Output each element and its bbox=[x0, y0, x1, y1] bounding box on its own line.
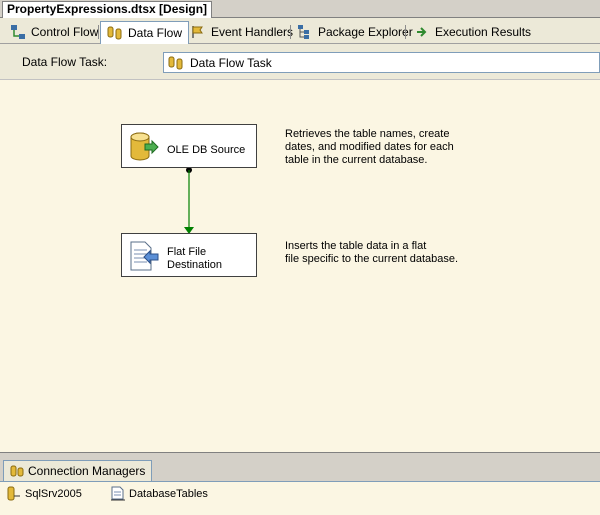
connection-managers-panel: Connection Managers SqlSrv2005 DatabaseT… bbox=[0, 452, 600, 515]
flat-file-destination-component[interactable]: Flat File Destination bbox=[121, 233, 257, 277]
connection-manager-item[interactable]: SqlSrv2005 bbox=[6, 486, 82, 502]
task-selector-combo[interactable]: Data Flow Task bbox=[163, 52, 600, 73]
tab-label: Control Flow bbox=[31, 25, 99, 39]
tab-label: Event Handlers bbox=[211, 25, 294, 39]
ole-db-source-component[interactable]: OLE DB Source bbox=[121, 124, 257, 168]
database-source-icon bbox=[130, 132, 159, 161]
connection-manager-label: DatabaseTables bbox=[129, 488, 208, 500]
tab-separator bbox=[405, 25, 406, 39]
execution-results-icon bbox=[417, 27, 427, 37]
tab-control-flow[interactable]: Control Flow bbox=[4, 21, 104, 43]
flat-file-destination-annotation[interactable]: Inserts the table data in a flat file sp… bbox=[285, 240, 458, 266]
event-handlers-icon bbox=[192, 26, 203, 38]
tab-label: Execution Results bbox=[435, 25, 532, 39]
component-label: Flat File Destination bbox=[167, 246, 223, 271]
connection-managers-icon bbox=[10, 465, 24, 477]
data-flow-icon bbox=[107, 26, 122, 40]
document-tab-strip: PropertyExpressions.dtsx [Design] bbox=[0, 0, 600, 18]
tab-package-explorer[interactable]: Package Explorer bbox=[291, 21, 419, 43]
flat-file-connection-icon bbox=[111, 486, 125, 501]
ole-db-connection-icon bbox=[7, 486, 20, 501]
document-tab[interactable]: PropertyExpressions.dtsx [Design] bbox=[2, 1, 213, 18]
task-selector-value: Data Flow Task bbox=[190, 55, 272, 70]
control-flow-icon bbox=[11, 25, 25, 39]
package-explorer-icon bbox=[298, 25, 309, 39]
flat-file-icon bbox=[130, 241, 159, 271]
tab-event-handlers[interactable]: Event Handlers bbox=[184, 21, 299, 43]
tab-connection-managers[interactable]: Connection Managers bbox=[3, 460, 153, 481]
data-flow-design-surface[interactable]: OLE DB Source Retrieves the table names,… bbox=[0, 80, 600, 452]
tab-execution-results[interactable]: Execution Results bbox=[408, 21, 537, 43]
tab-separator bbox=[98, 25, 99, 39]
ole-db-source-annotation[interactable]: Retrieves the table names, create dates,… bbox=[285, 128, 454, 167]
data-flow-task-icon bbox=[168, 56, 183, 69]
task-selector-row: Data Flow Task: Data Flow Task bbox=[0, 44, 600, 80]
tab-label: Data Flow bbox=[128, 26, 183, 40]
tab-data-flow[interactable]: Data Flow bbox=[100, 21, 190, 44]
task-selector-label: Data Flow Task: bbox=[22, 55, 108, 69]
component-label: OLE DB Source bbox=[167, 144, 246, 156]
connection-manager-label: SqlSrv2005 bbox=[25, 488, 82, 500]
connection-manager-item[interactable]: DatabaseTables bbox=[110, 486, 208, 502]
tab-label: Connection Managers bbox=[28, 464, 146, 478]
designer-tab-bar: Control Flow Data Flow Event Handlers Pa… bbox=[0, 18, 600, 44]
tab-label: Package Explorer bbox=[318, 25, 413, 39]
connection-managers-tray[interactable]: SqlSrv2005 DatabaseTables bbox=[0, 481, 600, 515]
